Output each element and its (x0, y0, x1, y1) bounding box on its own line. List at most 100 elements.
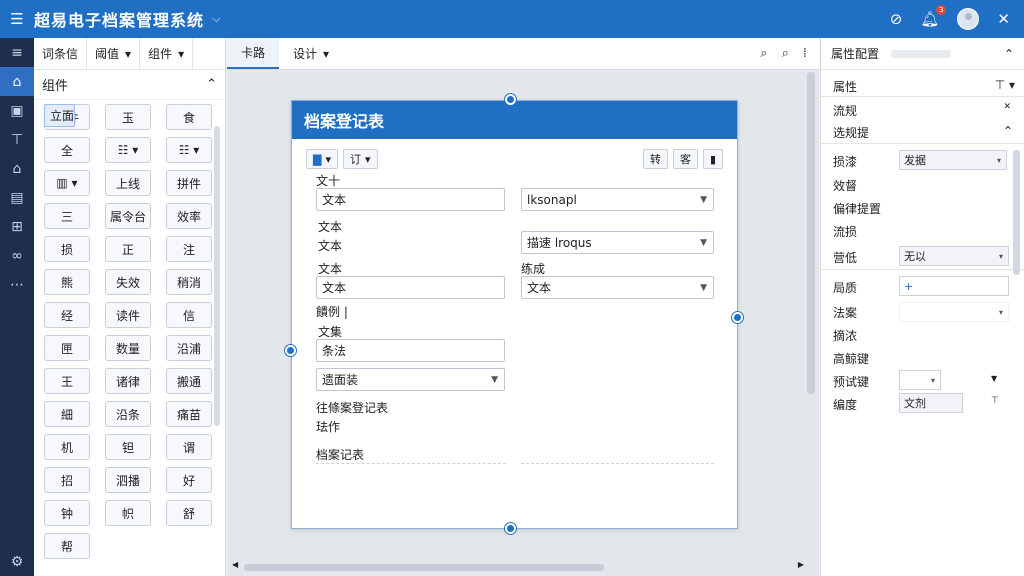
property-select-small[interactable]: ▾ (899, 370, 941, 390)
zoom-icon[interactable]: ⌕ (782, 46, 789, 61)
more-icon[interactable]: ⋯ (0, 270, 34, 299)
select-4[interactable]: 遗面装 ▼ (316, 368, 505, 391)
component-tile-table[interactable]: ☷ ▾ (166, 137, 212, 163)
archive-icon[interactable]: ▤ (0, 183, 34, 212)
property-select[interactable]: 发据 ▾ (899, 150, 1007, 170)
component-tile[interactable]: 玉 (105, 104, 151, 130)
component-tile[interactable]: 匣 (44, 335, 90, 361)
component-tile[interactable]: 搬通 (166, 368, 212, 394)
tab-design[interactable]: 设计 ▾ (279, 38, 343, 69)
property-add-input[interactable]: + (899, 276, 1009, 296)
component-tile[interactable]: 食 (166, 104, 212, 130)
toolbar-tab-2[interactable]: 阈值 ▾ (87, 38, 141, 69)
chevron-down-icon[interactable]: ▼ (991, 374, 997, 383)
notification-bell-icon[interactable]: 🔔︎ 3 (920, 5, 947, 28)
chevron-up-icon[interactable]: ⌃ (1004, 47, 1014, 61)
layout-button[interactable]: 订 ▾ (343, 149, 378, 169)
pin-icon[interactable]: ⊤ ▾ (995, 78, 1015, 92)
close-icon[interactable]: ✕ (1003, 102, 1011, 112)
component-tile[interactable]: 数量 (105, 335, 151, 361)
component-tile[interactable]: 注 (166, 236, 212, 262)
text-input-1[interactable]: 文本 (316, 188, 505, 211)
component-tile[interactable]: 正 (105, 236, 151, 262)
components-section-header[interactable]: 组件 ⌃ (34, 70, 225, 100)
component-tile[interactable]: 好 (166, 467, 212, 493)
component-tile[interactable]: 泗播 (105, 467, 151, 493)
component-tile[interactable]: 损 (44, 236, 90, 262)
document-icon[interactable]: ▣ (0, 96, 34, 125)
text-input-3[interactable]: 文本 (316, 276, 505, 299)
style-section-header[interactable]: 选规提 ⌃ (833, 124, 1015, 141)
component-tile[interactable]: 拼件 (166, 170, 212, 196)
resize-handle-right[interactable] (732, 312, 743, 323)
component-tile[interactable]: 机 (44, 434, 90, 460)
component-tile[interactable]: 钽 (105, 434, 151, 460)
component-tile[interactable]: 沿条 (105, 401, 151, 427)
component-tile[interactable]: 钟 (44, 500, 90, 526)
component-tile[interactable]: 上线 (105, 170, 151, 196)
search-icon[interactable]: ⌕ (760, 46, 767, 61)
property-select[interactable]: 无以 ▾ (899, 246, 1009, 266)
properties-section-header[interactable]: 属性 ⊤ ▾ (833, 78, 1015, 95)
list-menu-icon[interactable]: ☰ (0, 10, 34, 28)
scroll-left-icon[interactable]: ◀ (232, 560, 238, 569)
component-tile[interactable]: 帮 (44, 533, 90, 559)
resize-handle-bottom[interactable] (505, 523, 516, 534)
component-tile[interactable]: 全 (44, 137, 90, 163)
client-button[interactable]: 客 (672, 149, 698, 169)
select-3[interactable]: 文本 ▼ (521, 276, 714, 299)
component-tile[interactable]: 失效 (105, 269, 151, 295)
toolbar-tab-3[interactable]: 组件 ▾ (140, 38, 194, 69)
archive-form[interactable]: 档案登记表 ▇ ▾ 订 ▾ 转 客 ▮ 文十 文本 lksonapl ▼ 文本 文本 … (291, 100, 738, 529)
component-tile[interactable]: 沿浦 (166, 335, 212, 361)
wifi-off-icon[interactable]: ⊘ (890, 10, 903, 28)
component-tile[interactable]: 效率 (166, 203, 212, 229)
folder-button[interactable]: ▇ ▾ (306, 149, 338, 169)
component-tile[interactable]: 痛苗 (166, 401, 212, 427)
close-icon[interactable]: ✕ (997, 10, 1010, 28)
resize-handle-left[interactable] (285, 345, 296, 356)
grid-icon[interactable]: ⊞ (0, 212, 34, 241)
title-dropdown-icon[interactable]: ⌵ (212, 12, 220, 26)
component-tile[interactable]: 舒 (166, 500, 212, 526)
canvas-horizontal-scrollbar[interactable]: ◀ ▶ (232, 560, 804, 572)
component-tile[interactable]: 属令台 (105, 203, 151, 229)
more-vertical-icon[interactable]: ⁞ (803, 46, 807, 61)
property-scrollbar[interactable] (1013, 150, 1020, 275)
component-tile[interactable]: 招 (44, 467, 90, 493)
scroll-right-icon[interactable]: ▶ (798, 560, 804, 569)
resize-handle-top[interactable] (505, 94, 516, 105)
component-tile[interactable]: 王 (44, 368, 90, 394)
component-tile[interactable]: 信 (166, 302, 212, 328)
link-icon[interactable]: ∞ (0, 241, 34, 270)
component-tile[interactable]: 稍消 (166, 269, 212, 295)
component-tile[interactable]: 谓 (166, 434, 212, 460)
component-tile[interactable]: 細 (44, 401, 90, 427)
component-tile[interactable]: 诸律 (105, 368, 151, 394)
tree-icon[interactable]: ⊤ (0, 125, 34, 154)
panel-scrollbar[interactable] (214, 126, 220, 426)
component-tile[interactable]: 三 (44, 203, 90, 229)
settings-gear-icon[interactable]: ⚙ (0, 554, 34, 570)
select-1[interactable]: lksonapl ▼ (521, 188, 714, 211)
home-icon[interactable]: ⌂ (0, 67, 34, 96)
component-tile[interactable]: 立面 (44, 104, 76, 127)
component-tile[interactable]: 熊 (44, 269, 90, 295)
toolbar-tab-1[interactable]: 词条信 (34, 38, 88, 69)
delete-button[interactable]: ▮ (702, 149, 723, 169)
tab-preview[interactable]: 卡路 (227, 38, 280, 69)
select-2[interactable]: 描速 lroqus ▼ (521, 231, 714, 254)
user-avatar[interactable] (957, 8, 980, 30)
component-tile-table[interactable]: ▥ ▾ (44, 170, 90, 196)
convert-button[interactable]: 转 (642, 149, 668, 169)
component-tile[interactable]: 读件 (105, 302, 151, 328)
canvas-vertical-scrollbar[interactable] (807, 72, 815, 394)
property-value-box[interactable]: 文剂 (899, 393, 963, 413)
property-select[interactable]: ▾ (899, 302, 1009, 322)
component-tile[interactable]: 帜 (105, 500, 151, 526)
component-tile-table[interactable]: ☷ ▾ (105, 137, 151, 163)
text-input-4[interactable]: 条法 (316, 339, 505, 362)
component-tile[interactable]: 经 (44, 302, 90, 328)
pin-icon[interactable]: ⊤ (991, 396, 999, 406)
building-icon[interactable]: ⌂ (0, 154, 34, 183)
